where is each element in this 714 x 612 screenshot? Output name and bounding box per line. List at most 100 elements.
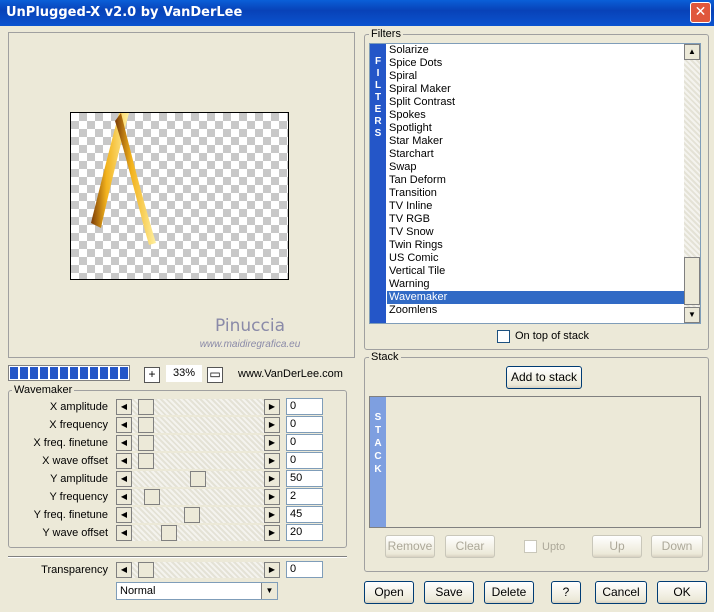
- slider-left-button[interactable]: ◀: [116, 399, 132, 415]
- param-row: X wave offset ◀ ▶ 0: [10, 452, 328, 470]
- filters-items: Solarize Spice Dots Spiral Spiral Maker Spli…: [387, 44, 685, 317]
- up-button[interactable]: Up: [592, 535, 642, 558]
- slider-left-button[interactable]: ◀: [116, 489, 132, 505]
- close-button[interactable]: ✕: [690, 2, 711, 23]
- blend-mode-select[interactable]: Normal ▼: [116, 582, 278, 600]
- filter-item[interactable]: Vertical Tile: [387, 265, 685, 278]
- param-value-input[interactable]: 20: [286, 524, 323, 541]
- param-slider[interactable]: ◀ ▶: [116, 507, 280, 523]
- on-top-of-stack-checkbox[interactable]: [497, 330, 510, 343]
- slider-left-button[interactable]: ◀: [116, 471, 132, 487]
- filter-item[interactable]: TV RGB: [387, 213, 685, 226]
- filter-item[interactable]: TV Inline: [387, 200, 685, 213]
- param-value-input[interactable]: 0: [286, 561, 323, 578]
- zoom-level: 33%: [166, 365, 202, 382]
- slider-thumb[interactable]: [138, 399, 154, 415]
- scroll-thumb[interactable]: [684, 257, 700, 305]
- site-link[interactable]: www.VanDerLee.com: [238, 368, 343, 380]
- filter-item[interactable]: Wavemaker: [387, 291, 685, 304]
- param-value-input[interactable]: 0: [286, 398, 323, 415]
- watermark-text: Pinuccia: [215, 316, 285, 336]
- filter-item[interactable]: Split Contrast: [387, 96, 685, 109]
- slider-left-button[interactable]: ◀: [116, 417, 132, 433]
- param-value-input[interactable]: 2: [286, 488, 323, 505]
- param-label: Y frequency: [49, 491, 108, 503]
- slider-right-button[interactable]: ▶: [264, 417, 280, 433]
- slider-thumb[interactable]: [184, 507, 200, 523]
- ok-button[interactable]: OK: [657, 581, 707, 604]
- param-slider[interactable]: ◀ ▶: [116, 471, 280, 487]
- fit-button[interactable]: ▭: [207, 367, 223, 383]
- filter-item[interactable]: Spice Dots: [387, 57, 685, 70]
- filters-scrollbar[interactable]: ▲ ▼: [684, 44, 700, 323]
- slider-left-button[interactable]: ◀: [116, 435, 132, 451]
- slider-left-button[interactable]: ◀: [116, 507, 132, 523]
- param-value-input[interactable]: 0: [286, 434, 323, 451]
- stack-list[interactable]: STACK: [369, 396, 701, 528]
- scroll-down-button[interactable]: ▼: [684, 307, 700, 323]
- slider-right-button[interactable]: ▶: [264, 399, 280, 415]
- filter-item[interactable]: TV Snow: [387, 226, 685, 239]
- slider-thumb[interactable]: [161, 525, 177, 541]
- param-value-input[interactable]: 0: [286, 416, 323, 433]
- param-slider[interactable]: ◀ ▶: [116, 417, 280, 433]
- slider-right-button[interactable]: ▶: [264, 453, 280, 469]
- param-slider[interactable]: ◀ ▶: [116, 562, 280, 578]
- filter-item[interactable]: Spokes: [387, 109, 685, 122]
- slider-left-button[interactable]: ◀: [116, 562, 132, 578]
- preview-image[interactable]: [70, 112, 289, 280]
- filter-item[interactable]: Twin Rings: [387, 239, 685, 252]
- slider-thumb[interactable]: [138, 453, 154, 469]
- filter-item[interactable]: Spotlight: [387, 122, 685, 135]
- slider-right-button[interactable]: ▶: [264, 562, 280, 578]
- filter-item[interactable]: Solarize: [387, 44, 685, 57]
- right-arrow-icon: ▶: [268, 510, 276, 519]
- slider-thumb[interactable]: [138, 417, 154, 433]
- scroll-up-button[interactable]: ▲: [684, 44, 700, 60]
- slider-thumb[interactable]: [190, 471, 206, 487]
- filter-item[interactable]: Tan Deform: [387, 174, 685, 187]
- param-slider[interactable]: ◀ ▶: [116, 489, 280, 505]
- clear-button[interactable]: Clear: [445, 535, 495, 558]
- open-button[interactable]: Open: [364, 581, 414, 604]
- slider-right-button[interactable]: ▶: [264, 525, 280, 541]
- filter-item[interactable]: Spiral: [387, 70, 685, 83]
- slider-left-button[interactable]: ◀: [116, 453, 132, 469]
- filter-item[interactable]: US Comic: [387, 252, 685, 265]
- param-value-input[interactable]: 45: [286, 506, 323, 523]
- slider-right-button[interactable]: ▶: [264, 507, 280, 523]
- down-button[interactable]: Down: [651, 535, 703, 558]
- filter-item[interactable]: Transition: [387, 187, 685, 200]
- zoom-in-button[interactable]: +: [144, 367, 160, 383]
- param-slider[interactable]: ◀ ▶: [116, 399, 280, 415]
- add-to-stack-button[interactable]: Add to stack: [506, 366, 582, 389]
- filter-item[interactable]: Spiral Maker: [387, 83, 685, 96]
- filter-item[interactable]: Zoomlens: [387, 304, 685, 317]
- slider-right-button[interactable]: ▶: [264, 489, 280, 505]
- param-slider[interactable]: ◀ ▶: [116, 453, 280, 469]
- slider-thumb[interactable]: [138, 562, 154, 578]
- slider-thumb[interactable]: [144, 489, 160, 505]
- param-value-input[interactable]: 50: [286, 470, 323, 487]
- progress-block: [100, 367, 108, 379]
- slider-left-button[interactable]: ◀: [116, 525, 132, 541]
- upto-checkbox[interactable]: [524, 540, 537, 553]
- slider-right-button[interactable]: ▶: [264, 471, 280, 487]
- filters-list[interactable]: FILTERS Solarize Spice Dots Spiral Spiral M…: [369, 43, 701, 324]
- delete-button[interactable]: Delete: [484, 581, 534, 604]
- filter-item[interactable]: Swap: [387, 161, 685, 174]
- param-value-input[interactable]: 0: [286, 452, 323, 469]
- save-button[interactable]: Save: [424, 581, 474, 604]
- filter-item[interactable]: Star Maker: [387, 135, 685, 148]
- param-slider[interactable]: ◀ ▶: [116, 525, 280, 541]
- cancel-button[interactable]: Cancel: [595, 581, 647, 604]
- slider-thumb[interactable]: [138, 435, 154, 451]
- stack-strip: STACK: [370, 397, 386, 527]
- help-button[interactable]: ?: [551, 581, 581, 604]
- remove-button[interactable]: Remove: [385, 535, 435, 558]
- param-slider[interactable]: ◀ ▶: [116, 435, 280, 451]
- progress-block: [90, 367, 98, 379]
- slider-right-button[interactable]: ▶: [264, 435, 280, 451]
- filter-item[interactable]: Starchart: [387, 148, 685, 161]
- filter-item[interactable]: Warning: [387, 278, 685, 291]
